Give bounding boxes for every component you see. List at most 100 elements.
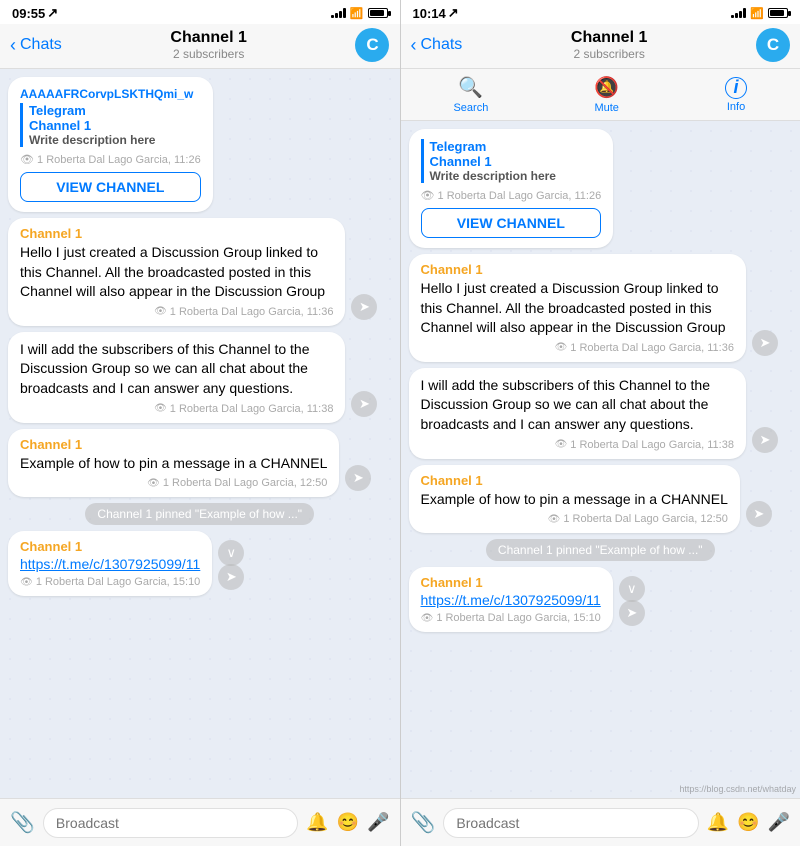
left-msg1-text: Hello I just created a Discussion Group … (20, 243, 333, 302)
left-msg1-channel: Channel 1 (20, 226, 333, 241)
right-mute-action[interactable]: 🔕 Mute (594, 75, 619, 114)
right-link-forward[interactable]: ➤ (619, 600, 645, 626)
right-avatar[interactable]: C (756, 28, 790, 62)
left-emoji-icon[interactable]: 😊 (337, 812, 359, 833)
right-msg2-meta: 👁 1 Roberta Dal Lago Garcia, 11:38 (421, 439, 734, 451)
right-broadcast-input[interactable] (443, 808, 698, 838)
right-msg3-forward[interactable]: ➤ (746, 501, 772, 527)
right-welcome-card: Telegram Channel 1 Write description her… (409, 129, 614, 248)
left-status-right: 📶 (331, 7, 388, 20)
left-arrow: ↗ (47, 5, 58, 21)
right-subscribers: 2 subscribers (571, 47, 647, 61)
left-channel-url[interactable]: AAAAAFRCorvpLSKTHQmi_w (20, 87, 201, 101)
right-description: Write description here (430, 169, 602, 183)
left-link-forward[interactable]: ➤ (218, 564, 244, 590)
right-right-icons: 🔔 😊 🎤 (707, 812, 790, 833)
left-time: 09:55 (12, 6, 45, 21)
right-emoji-icon[interactable]: 😊 (737, 812, 759, 833)
right-msg1-channel: Channel 1 (421, 262, 734, 277)
left-avatar[interactable]: C (355, 28, 389, 62)
right-mic-icon[interactable]: 🎤 (768, 812, 790, 833)
left-msg3-forward[interactable]: ➤ (345, 465, 371, 491)
left-message-2: I will add the subscribers of this Chann… (8, 332, 345, 423)
left-msg2-text: I will add the subscribers of this Chann… (20, 340, 333, 399)
right-mute-label: Mute (594, 102, 618, 114)
left-header-center: Channel 1 2 subscribers (170, 29, 246, 61)
left-welcome-card: AAAAAFRCorvpLSKTHQmi_w Telegram Channel … (8, 77, 213, 212)
left-description: Write description here (29, 133, 201, 147)
left-view-channel-btn[interactable]: VIEW CHANNEL (20, 172, 201, 202)
left-signal-icon (331, 8, 346, 18)
right-link-text[interactable]: https://t.me/c/1307925099/11 (421, 592, 601, 608)
left-link-meta: 👁 1 Roberta Dal Lago Garcia, 15:10 (20, 576, 200, 588)
left-msg3-text: Example of how to pin a message in a CHA… (20, 454, 327, 474)
right-back-chevron: ‹ (411, 35, 417, 56)
left-status-bar: 09:55 ↗ 📶 (0, 0, 400, 24)
right-search-label: Search (453, 102, 488, 114)
right-welcome-meta: 👁 1 Roberta Dal Lago Garcia, 11:26 (421, 189, 602, 202)
left-chat-area[interactable]: AAAAAFRCorvpLSKTHQmi_w Telegram Channel … (0, 69, 400, 798)
left-wifi-icon: 📶 (350, 7, 364, 20)
right-mute-icon: 🔕 (594, 75, 619, 100)
left-back-label: Chats (20, 36, 62, 54)
left-msg3-channel: Channel 1 (20, 437, 327, 452)
left-message-3: Channel 1 Example of how to pin a messag… (8, 429, 339, 498)
right-bell-icon[interactable]: 🔔 (707, 812, 729, 833)
right-message-3: Channel 1 Example of how to pin a messag… (409, 465, 740, 534)
right-message-2: I will add the subscribers of this Chann… (409, 368, 746, 459)
right-status-right: 📶 (731, 7, 788, 20)
left-msg2-eye: 👁 (154, 403, 167, 414)
left-bottom-bar: 📎 🔔 😊 🎤 (0, 798, 400, 846)
left-expand-btn[interactable]: ∨ (218, 540, 244, 566)
left-msg1-eye: 👁 (154, 306, 167, 317)
left-msg3-meta: 👁 1 Roberta Dal Lago Garcia, 12:50 (20, 477, 327, 489)
left-welcome-meta: 👁 1 Roberta Dal Lago Garcia, 11:26 (20, 153, 201, 166)
left-mic-icon[interactable]: 🎤 (367, 812, 389, 833)
left-msg2-forward[interactable]: ➤ (351, 391, 377, 417)
right-expand-btn[interactable]: ∨ (619, 576, 645, 602)
right-view-channel-btn[interactable]: VIEW CHANNEL (421, 208, 602, 238)
right-link-message: Channel 1 https://t.me/c/1307925099/11 👁… (409, 567, 613, 632)
left-msg2-meta: 👁 1 Roberta Dal Lago Garcia, 11:38 (20, 403, 333, 415)
left-attach-icon[interactable]: 📎 (10, 810, 35, 835)
left-broadcast-input[interactable] (43, 808, 298, 838)
watermark: https://blog.csdn.net/whatday (679, 784, 796, 794)
right-chat-area[interactable]: Telegram Channel 1 Write description her… (401, 121, 800, 798)
right-channel-name: Channel 1 (571, 29, 647, 47)
right-link-channel: Channel 1 (421, 575, 601, 590)
left-link-message: Channel 1 https://t.me/c/1307925099/11 👁… (8, 531, 212, 596)
left-screen: 09:55 ↗ 📶 ‹ Chats Channel 1 2 subscriber… (0, 0, 401, 846)
right-info-icon: i (725, 77, 747, 99)
right-eye-icon: 👁 (421, 190, 435, 202)
left-back-button[interactable]: ‹ Chats (10, 35, 62, 56)
left-back-chevron: ‹ (10, 35, 16, 56)
right-link-bar: Telegram Channel 1 Write description her… (421, 139, 602, 183)
right-back-button[interactable]: ‹ Chats (411, 35, 463, 56)
right-action-bar: 🔍 Search 🔕 Mute i Info (401, 69, 800, 121)
right-signal-icon (731, 8, 746, 18)
right-msg1-forward[interactable]: ➤ (752, 330, 778, 356)
left-pin-notification: Channel 1 pinned "Example of how ..." (85, 503, 314, 525)
right-pin-notification: Channel 1 pinned "Example of how ..." (486, 539, 715, 561)
left-bell-icon[interactable]: 🔔 (306, 812, 328, 833)
right-screen: 10:14 ↗ 📶 ‹ Chats Channel 1 2 subscriber… (401, 0, 800, 846)
left-link-text[interactable]: https://t.me/c/1307925099/11 (20, 556, 200, 572)
right-msg3-meta: 👁 1 Roberta Dal Lago Garcia, 12:50 (421, 513, 728, 525)
right-channel-label: Channel 1 (430, 154, 602, 169)
right-battery-icon (768, 8, 788, 18)
left-link-channel: Channel 1 (20, 539, 200, 554)
right-msg3-channel: Channel 1 (421, 473, 728, 488)
right-status-bar: 10:14 ↗ 📶 (401, 0, 800, 24)
right-link-eye: 👁 (421, 613, 434, 624)
right-msg2-forward[interactable]: ➤ (752, 427, 778, 453)
right-attach-icon[interactable]: 📎 (411, 810, 436, 835)
left-right-icons: 🔔 😊 🎤 (306, 812, 389, 833)
right-search-icon: 🔍 (458, 75, 483, 100)
right-bottom-bar: 📎 🔔 😊 🎤 (401, 798, 800, 846)
left-header: ‹ Chats Channel 1 2 subscribers C (0, 24, 400, 69)
right-search-action[interactable]: 🔍 Search (453, 75, 488, 114)
right-time: 10:14 (413, 6, 446, 21)
left-msg1-forward[interactable]: ➤ (351, 294, 377, 320)
right-info-action[interactable]: i Info (725, 77, 747, 113)
right-back-label: Chats (421, 36, 463, 54)
